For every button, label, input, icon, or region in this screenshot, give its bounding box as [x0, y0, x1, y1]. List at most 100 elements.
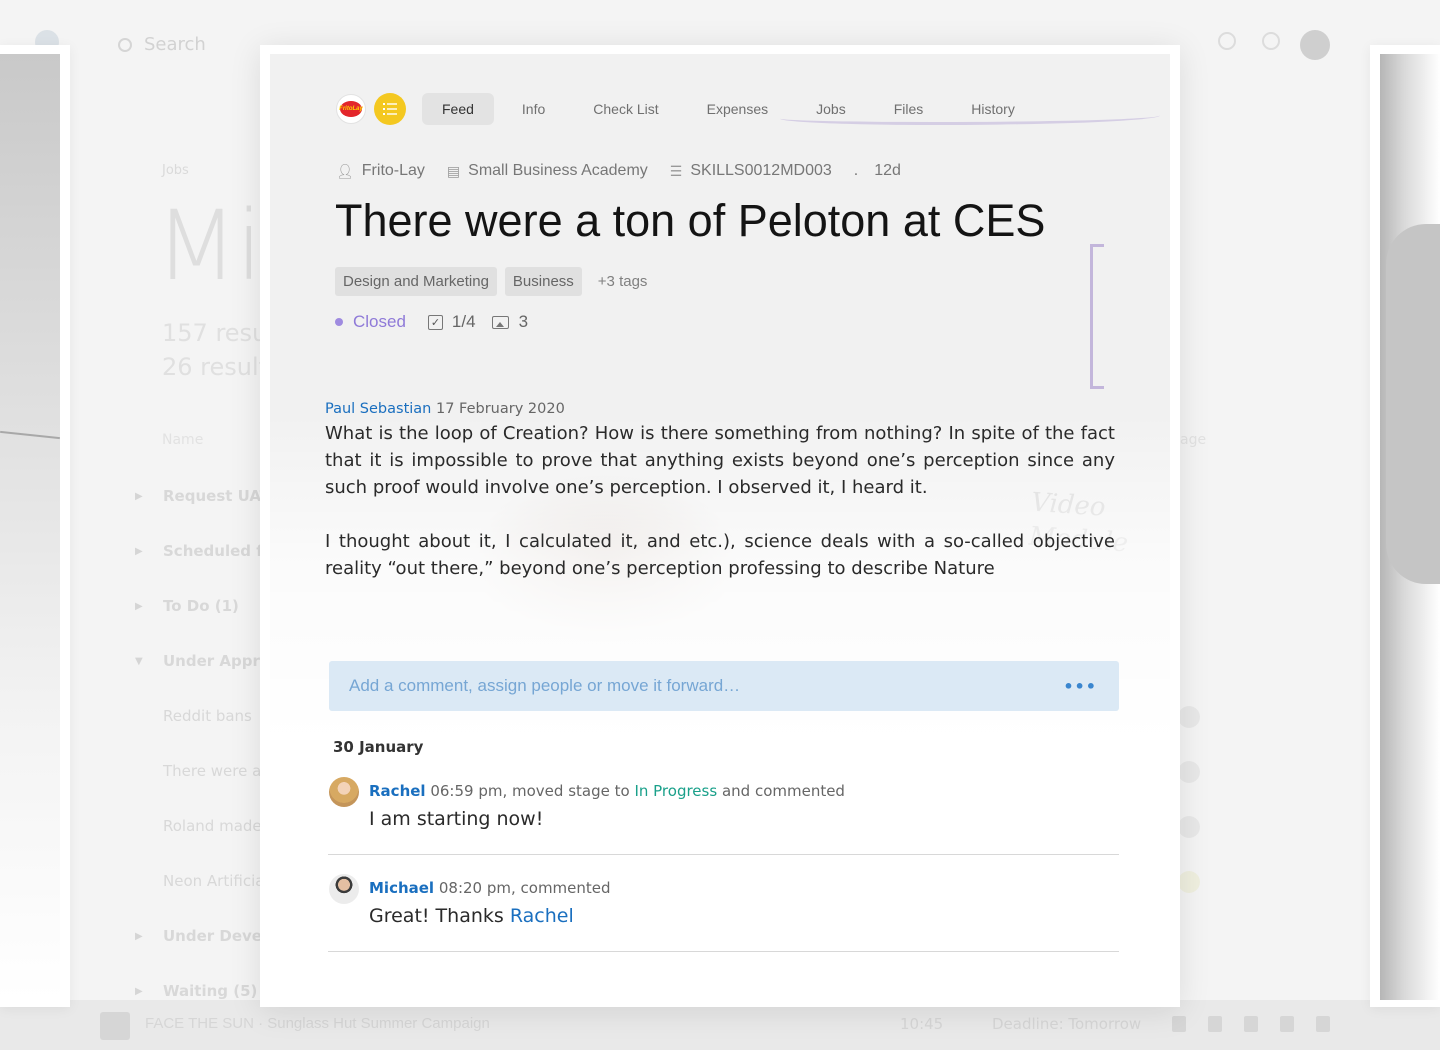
list-item: ▼ Under Appro [135, 652, 271, 670]
post-paragraph: I thought about it, I calculated it, and… [325, 531, 1115, 579]
client-logo: FritoLay [336, 94, 366, 124]
chevron-right-icon: ▶ [135, 985, 143, 997]
tab-bar: FritoLay Feed Info Check List Expenses J… [336, 93, 1043, 125]
list-item: Reddit bans [163, 707, 252, 725]
activity-date-heading: 30 January [333, 738, 424, 756]
next-card[interactable] [1370, 45, 1440, 1007]
meta-separator: . [853, 162, 859, 179]
activity-user[interactable]: Rachel [369, 782, 426, 800]
activity-meta: Rachel 06:59 pm, moved stage to In Progr… [369, 782, 845, 800]
background-results: 157 resu 26 result [162, 316, 268, 384]
image-icon [491, 315, 509, 329]
search-icon [118, 37, 132, 52]
activity-meta: Michael 08:20 pm, commented [369, 879, 611, 897]
activity-comment: I am starting now! [369, 808, 544, 830]
activity-comment: Great! Thanks Rachel [369, 905, 574, 927]
list-item: ▶ Request UAT [135, 487, 271, 505]
tag[interactable]: Design and Marketing [335, 267, 497, 296]
user-mention[interactable]: Rachel [510, 905, 574, 927]
player-thumbnail [100, 1012, 130, 1040]
meta-client[interactable]: 👤︎ Frito-Lay [336, 162, 425, 180]
job-meta: 👤︎ Frito-Lay ▤ Small Business Academy ☰ … [336, 162, 901, 180]
person-icon: 👤︎ [336, 162, 354, 179]
tab-info[interactable]: Info [502, 93, 565, 125]
chevron-right-icon: ▶ [135, 490, 143, 502]
column-header-right: age [1180, 432, 1207, 448]
more-options-icon[interactable]: ••• [1063, 677, 1097, 696]
meta-project[interactable]: ▤ Small Business Academy [447, 162, 648, 180]
tab-jobs[interactable]: Jobs [796, 93, 866, 125]
tab-feed[interactable]: Feed [422, 93, 494, 125]
activity-user[interactable]: Michael [369, 879, 434, 897]
activity-item: Michael 08:20 pm, commented Great! Thank… [328, 874, 1119, 952]
post-paragraph: What is the loop of Creation? How is the… [325, 423, 1115, 498]
results-count-2: 26 result [162, 353, 269, 381]
forward-icon [1280, 1016, 1294, 1032]
assignee-avatar [1178, 816, 1200, 838]
list-item: Roland made [163, 817, 262, 835]
post-body: What is the loop of Creation? How is the… [325, 420, 1115, 582]
results-count-1: 157 resu [162, 319, 268, 347]
timer-icon [1218, 32, 1236, 50]
tab-check-list[interactable]: Check List [573, 93, 678, 125]
player-title: FACE THE SUN · Sunglass Hut Summer Campa… [145, 1015, 490, 1032]
player-bar: FACE THE SUN · Sunglass Hut Summer Campa… [0, 1000, 1440, 1050]
meta-code: ☰ SKILLS0012MD003 [669, 162, 832, 179]
background-breadcrumb: Jobs [162, 163, 189, 178]
client-logo-mark: FritoLay [339, 101, 363, 117]
status-dot-icon [335, 318, 343, 326]
checklist-count[interactable]: 1/4 [452, 312, 476, 332]
list-item: ▶ To Do (1) [135, 597, 239, 615]
status-row: Closed ✓ 1/4 3 [335, 312, 528, 332]
post-date: 17 February 2020 [435, 401, 565, 417]
next-icon [1244, 1016, 1258, 1032]
next-card-image [1380, 54, 1440, 1000]
stage-link[interactable]: In Progress [634, 782, 717, 800]
avatar[interactable] [329, 777, 359, 807]
job-detail-modal: VideoModule FritoLay Feed Info Check Lis… [260, 45, 1180, 1007]
stop-icon [1208, 1016, 1222, 1032]
list-item: There were a [163, 762, 262, 780]
player-deadline: Deadline: Tomorrow [992, 1015, 1142, 1033]
tab-expenses[interactable]: Expenses [687, 93, 788, 125]
assignee-avatar [1178, 706, 1200, 728]
list-item: Neon Artificia [163, 872, 265, 890]
user-avatar [1300, 30, 1330, 60]
chevron-down-icon: ▼ [135, 655, 143, 667]
assignee-avatar [1178, 871, 1200, 893]
clipboard-icon: ▤ [446, 162, 461, 179]
assignee-avatar [1178, 761, 1200, 783]
list-item: ▶ Under Devel [135, 927, 268, 945]
avatar[interactable] [329, 874, 359, 904]
more-tags-link[interactable]: +3 tags [598, 273, 648, 290]
tag[interactable]: Business [504, 267, 582, 296]
tab-files[interactable]: Files [874, 93, 944, 125]
topbar-icons [1218, 32, 1280, 50]
column-header-name: Name [162, 432, 204, 448]
status-badge[interactable]: Closed [353, 312, 406, 332]
checklist-toggle-button[interactable] [374, 93, 406, 125]
chevron-right-icon: ▶ [135, 930, 143, 942]
post-author[interactable]: Paul Sebastian [325, 401, 431, 417]
bell-icon [1262, 32, 1280, 50]
list-icon: ☰ [669, 162, 683, 179]
pause-icon [1172, 1016, 1186, 1032]
comment-placeholder: Add a comment, assign people or move it … [349, 676, 741, 695]
chevron-right-icon: ▶ [135, 600, 143, 612]
job-title: There were a ton of Peloton at CES [335, 195, 1046, 246]
previous-card[interactable] [0, 45, 70, 1007]
activity-item: Rachel 06:59 pm, moved stage to In Progr… [328, 777, 1119, 855]
tab-history[interactable]: History [951, 93, 1035, 125]
image-count[interactable]: 3 [519, 312, 528, 332]
comment-input[interactable]: Add a comment, assign people or move it … [329, 661, 1119, 711]
list-icon [383, 103, 397, 115]
meta-age: 12d [874, 162, 901, 179]
list-icon [1316, 1016, 1330, 1032]
search-placeholder: Search [144, 34, 206, 55]
previous-card-image [0, 54, 60, 1000]
player-timer: 10:45 [900, 1015, 944, 1033]
player-controls [1172, 1016, 1330, 1032]
list-item: ▶ Scheduled fo [135, 542, 274, 560]
background-page-title: Mi [155, 190, 262, 302]
checkbox-icon: ✓ [427, 314, 443, 330]
